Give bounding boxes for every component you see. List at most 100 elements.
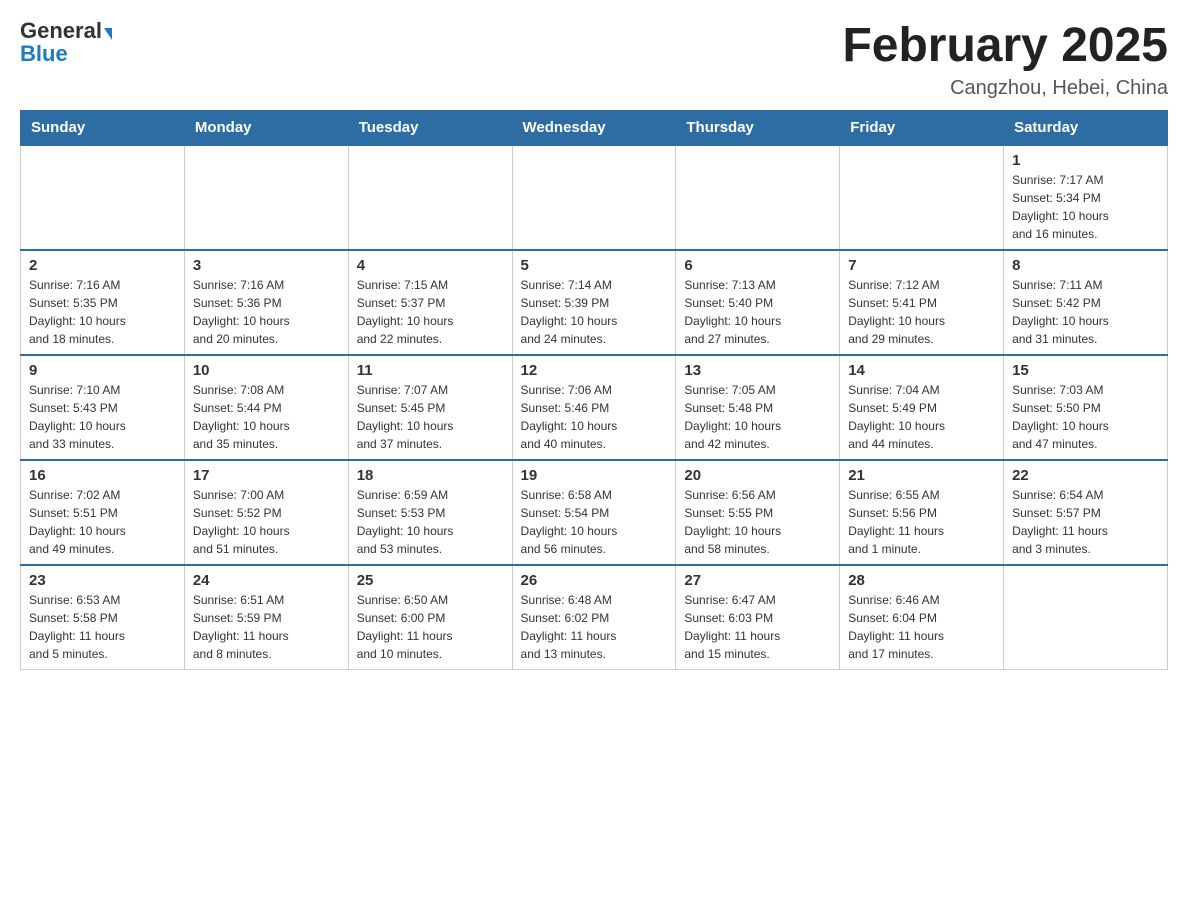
calendar-cell: 16 Sunrise: 7:02 AMSunset: 5:51 PMDayligh… <box>21 460 185 565</box>
calendar-cell: 6 Sunrise: 7:13 AMSunset: 5:40 PMDaylight… <box>676 250 840 355</box>
day-number: 3 <box>193 257 340 274</box>
calendar-cell: 23 Sunrise: 6:53 AMSunset: 5:58 PMDayligh… <box>21 565 185 670</box>
logo-general: General <box>20 18 102 43</box>
calendar-cell: 12 Sunrise: 7:06 AMSunset: 5:46 PMDayligh… <box>512 355 676 460</box>
weekday-header-saturday: Saturday <box>1004 110 1168 145</box>
day-info: Sunrise: 7:02 AMSunset: 5:51 PMDaylight:… <box>29 486 176 558</box>
day-number: 10 <box>193 362 340 379</box>
title-section: February 2025 Cangzhou, Hebei, China <box>842 20 1168 100</box>
day-number: 21 <box>848 467 995 484</box>
day-info: Sunrise: 6:55 AMSunset: 5:56 PMDaylight:… <box>848 486 995 558</box>
day-number: 23 <box>29 572 176 589</box>
page-header: General Blue February 2025 Cangzhou, Heb… <box>20 20 1168 100</box>
day-info: Sunrise: 6:47 AMSunset: 6:03 PMDaylight:… <box>684 591 831 663</box>
calendar-cell: 7 Sunrise: 7:12 AMSunset: 5:41 PMDaylight… <box>840 250 1004 355</box>
day-info: Sunrise: 6:58 AMSunset: 5:54 PMDaylight:… <box>521 486 668 558</box>
day-number: 20 <box>684 467 831 484</box>
day-number: 15 <box>1012 362 1159 379</box>
day-number: 5 <box>521 257 668 274</box>
day-info: Sunrise: 6:53 AMSunset: 5:58 PMDaylight:… <box>29 591 176 663</box>
day-info: Sunrise: 7:03 AMSunset: 5:50 PMDaylight:… <box>1012 381 1159 453</box>
day-info: Sunrise: 7:08 AMSunset: 5:44 PMDaylight:… <box>193 381 340 453</box>
day-number: 12 <box>521 362 668 379</box>
weekday-header-row: SundayMondayTuesdayWednesdayThursdayFrid… <box>21 110 1168 145</box>
day-number: 7 <box>848 257 995 274</box>
day-info: Sunrise: 6:51 AMSunset: 5:59 PMDaylight:… <box>193 591 340 663</box>
day-info: Sunrise: 6:56 AMSunset: 5:55 PMDaylight:… <box>684 486 831 558</box>
week-row-3: 9Sunrise: 7:10 AMSunset: 5:43 PMDaylight… <box>21 355 1168 460</box>
calendar-table: SundayMondayTuesdayWednesdayThursdayFrid… <box>20 110 1168 670</box>
day-number: 2 <box>29 257 176 274</box>
calendar-cell: 4Sunrise: 7:15 AMSunset: 5:37 PMDaylight… <box>348 250 512 355</box>
day-info: Sunrise: 7:11 AMSunset: 5:42 PMDaylight:… <box>1012 276 1159 348</box>
day-number: 6 <box>684 257 831 274</box>
day-info: Sunrise: 7:06 AMSunset: 5:46 PMDaylight:… <box>521 381 668 453</box>
calendar-cell <box>676 145 840 250</box>
calendar-cell: 24 Sunrise: 6:51 AMSunset: 5:59 PMDayligh… <box>184 565 348 670</box>
calendar-cell: 9Sunrise: 7:10 AMSunset: 5:43 PMDaylight… <box>21 355 185 460</box>
calendar-cell <box>348 145 512 250</box>
calendar-cell <box>840 145 1004 250</box>
weekday-header-friday: Friday <box>840 110 1004 145</box>
calendar-cell: 2 Sunrise: 7:16 AMSunset: 5:35 PMDaylight… <box>21 250 185 355</box>
day-number: 19 <box>521 467 668 484</box>
calendar-cell: 15 Sunrise: 7:03 AMSunset: 5:50 PMDayligh… <box>1004 355 1168 460</box>
day-number: 16 <box>29 467 176 484</box>
calendar-cell: 11 Sunrise: 7:07 AMSunset: 5:45 PMDayligh… <box>348 355 512 460</box>
day-info: Sunrise: 6:46 AMSunset: 6:04 PMDaylight:… <box>848 591 995 663</box>
calendar-cell: 22 Sunrise: 6:54 AMSunset: 5:57 PMDayligh… <box>1004 460 1168 565</box>
day-number: 1 <box>1012 152 1159 169</box>
weekday-header-sunday: Sunday <box>21 110 185 145</box>
day-number: 25 <box>357 572 504 589</box>
calendar-cell: 27 Sunrise: 6:47 AMSunset: 6:03 PMDayligh… <box>676 565 840 670</box>
week-row-5: 23 Sunrise: 6:53 AMSunset: 5:58 PMDayligh… <box>21 565 1168 670</box>
day-info: Sunrise: 7:16 AMSunset: 5:36 PMDaylight:… <box>193 276 340 348</box>
logo-triangle-icon <box>104 28 112 40</box>
calendar-cell: 21 Sunrise: 6:55 AMSunset: 5:56 PMDayligh… <box>840 460 1004 565</box>
calendar-cell <box>21 145 185 250</box>
week-row-4: 16 Sunrise: 7:02 AMSunset: 5:51 PMDayligh… <box>21 460 1168 565</box>
day-number: 24 <box>193 572 340 589</box>
weekday-header-monday: Monday <box>184 110 348 145</box>
calendar-cell <box>512 145 676 250</box>
day-info: Sunrise: 7:16 AMSunset: 5:35 PMDaylight:… <box>29 276 176 348</box>
calendar-subtitle: Cangzhou, Hebei, China <box>842 77 1168 100</box>
day-info: Sunrise: 6:48 AMSunset: 6:02 PMDaylight:… <box>521 591 668 663</box>
calendar-cell <box>184 145 348 250</box>
day-number: 9 <box>29 362 176 379</box>
day-number: 22 <box>1012 467 1159 484</box>
day-number: 4 <box>357 257 504 274</box>
day-info: Sunrise: 7:14 AMSunset: 5:39 PMDaylight:… <box>521 276 668 348</box>
calendar-title: February 2025 <box>842 20 1168 73</box>
day-number: 11 <box>357 362 504 379</box>
calendar-cell: 20 Sunrise: 6:56 AMSunset: 5:55 PMDayligh… <box>676 460 840 565</box>
logo: General Blue <box>20 20 112 65</box>
weekday-header-wednesday: Wednesday <box>512 110 676 145</box>
logo-blue: Blue <box>20 43 68 65</box>
day-number: 8 <box>1012 257 1159 274</box>
calendar-cell: 17Sunrise: 7:00 AMSunset: 5:52 PMDayligh… <box>184 460 348 565</box>
calendar-cell: 13Sunrise: 7:05 AMSunset: 5:48 PMDayligh… <box>676 355 840 460</box>
calendar-cell: 26 Sunrise: 6:48 AMSunset: 6:02 PMDayligh… <box>512 565 676 670</box>
day-info: Sunrise: 7:04 AMSunset: 5:49 PMDaylight:… <box>848 381 995 453</box>
week-row-1: 1Sunrise: 7:17 AMSunset: 5:34 PMDaylight… <box>21 145 1168 250</box>
calendar-cell: 5 Sunrise: 7:14 AMSunset: 5:39 PMDaylight… <box>512 250 676 355</box>
calendar-cell <box>1004 565 1168 670</box>
day-number: 27 <box>684 572 831 589</box>
logo-text: General <box>20 20 112 43</box>
day-number: 18 <box>357 467 504 484</box>
day-info: Sunrise: 7:12 AMSunset: 5:41 PMDaylight:… <box>848 276 995 348</box>
day-info: Sunrise: 6:54 AMSunset: 5:57 PMDaylight:… <box>1012 486 1159 558</box>
weekday-header-thursday: Thursday <box>676 110 840 145</box>
day-number: 14 <box>848 362 995 379</box>
day-number: 26 <box>521 572 668 589</box>
weekday-header-tuesday: Tuesday <box>348 110 512 145</box>
day-info: Sunrise: 7:07 AMSunset: 5:45 PMDaylight:… <box>357 381 504 453</box>
calendar-cell: 3 Sunrise: 7:16 AMSunset: 5:36 PMDaylight… <box>184 250 348 355</box>
day-info: Sunrise: 7:13 AMSunset: 5:40 PMDaylight:… <box>684 276 831 348</box>
calendar-cell: 25Sunrise: 6:50 AMSunset: 6:00 PMDayligh… <box>348 565 512 670</box>
calendar-cell: 8 Sunrise: 7:11 AMSunset: 5:42 PMDaylight… <box>1004 250 1168 355</box>
day-info: Sunrise: 7:00 AMSunset: 5:52 PMDaylight:… <box>193 486 340 558</box>
calendar-cell: 14 Sunrise: 7:04 AMSunset: 5:49 PMDayligh… <box>840 355 1004 460</box>
calendar-cell: 28Sunrise: 6:46 AMSunset: 6:04 PMDayligh… <box>840 565 1004 670</box>
